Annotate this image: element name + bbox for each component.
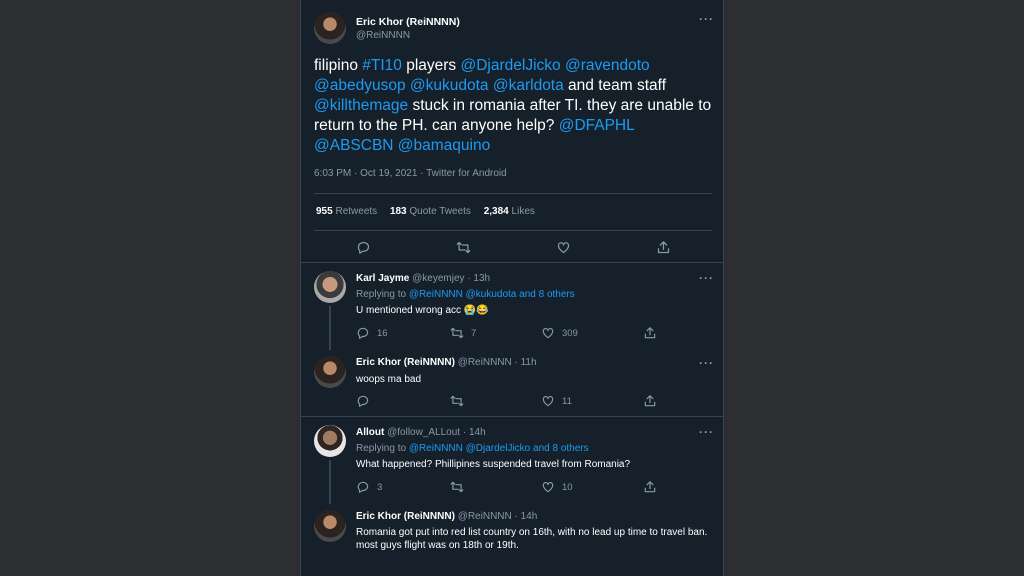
replying-to: Replying to @ReiNNNN @kukudota and 8 oth…: [356, 289, 575, 300]
tweet-stats: 955 Retweets 183 Quote Tweets 2,384 Like…: [316, 206, 545, 217]
more-horizontal-icon[interactable]: ···: [699, 271, 714, 285]
more-horizontal-icon[interactable]: ···: [699, 356, 714, 370]
like-count: 10: [562, 482, 573, 493]
thread-line: [329, 306, 331, 350]
divider: [314, 193, 712, 194]
tweet-text: filipino #TI10 players @DjardelJicko @ra…: [314, 56, 714, 156]
avatar[interactable]: [314, 271, 346, 303]
retweets-stat[interactable]: 955 Retweets: [316, 206, 377, 217]
retweet-count: 7: [471, 328, 477, 339]
more-horizontal-icon[interactable]: ···: [699, 425, 714, 439]
heart-icon[interactable]: [541, 480, 555, 494]
retweet-icon[interactable]: [456, 240, 470, 254]
retweet-icon[interactable]: [450, 326, 464, 340]
more-horizontal-icon[interactable]: ···: [699, 12, 714, 26]
mention-link[interactable]: @DjardelJicko: [460, 57, 560, 74]
retweet-icon[interactable]: [450, 480, 464, 494]
mention-link[interactable]: @abedyusop: [314, 77, 406, 94]
share-icon[interactable]: [656, 240, 670, 254]
reply-author-name[interactable]: Karl Jayme @keyemjey · 13h: [356, 273, 490, 284]
tweet-panel: Eric Khor (ReiNNNN) @ReiNNNN ··· filipin…: [300, 0, 724, 576]
heart-icon[interactable]: [556, 240, 570, 254]
divider: [301, 262, 723, 263]
divider: [314, 230, 712, 231]
reply-icon[interactable]: [356, 394, 370, 408]
share-icon[interactable]: [643, 394, 657, 408]
thread-line: [329, 460, 331, 504]
reply-text: woops ma bad: [356, 374, 422, 385]
avatar[interactable]: [314, 356, 346, 388]
reply-author-name[interactable]: Eric Khor (ReiNNNN) @ReiNNNN · 14h: [356, 511, 537, 522]
reply-text: What happened? Phillipines suspended tra…: [356, 459, 631, 470]
mention-link[interactable]: @ABSCBN: [314, 137, 393, 154]
reply-author-name[interactable]: Allout @follow_ALLout · 14h: [356, 427, 486, 438]
reply-count: 3: [377, 482, 383, 493]
avatar[interactable]: [314, 425, 346, 457]
reply-count: 16: [377, 328, 388, 339]
mention-link[interactable]: @bamaquino: [398, 137, 490, 154]
reply-text: Romania got put into red list country on…: [356, 527, 708, 551]
reply-icon[interactable]: [356, 240, 370, 254]
tweet-text-segment: players: [401, 57, 461, 74]
divider: [301, 416, 723, 417]
mention-link[interactable]: @kukudota: [410, 77, 489, 94]
quote-tweets-stat[interactable]: 183 Quote Tweets: [390, 206, 471, 217]
author-name[interactable]: Eric Khor (ReiNNNN): [356, 16, 460, 28]
mention-link[interactable]: @ravendoto: [565, 57, 650, 74]
replying-to: Replying to @ReiNNNN @DjardelJicko and 8…: [356, 443, 589, 454]
likes-stat[interactable]: 2,384 Likes: [484, 206, 535, 217]
share-icon[interactable]: [643, 480, 657, 494]
avatar[interactable]: [314, 12, 346, 44]
mention-link[interactable]: @karldota: [493, 77, 564, 94]
retweet-icon[interactable]: [450, 394, 464, 408]
like-count: 11: [562, 396, 572, 407]
mention-link[interactable]: @DFAPHL: [559, 117, 634, 134]
reply-icon[interactable]: [356, 326, 370, 340]
hashtag-link[interactable]: #TI10: [362, 57, 402, 74]
like-count: 309: [562, 328, 578, 339]
heart-icon[interactable]: [541, 326, 555, 340]
share-icon[interactable]: [643, 326, 657, 340]
reply-text: U mentioned wrong acc 😭😂: [356, 305, 489, 316]
reply-icon[interactable]: [356, 480, 370, 494]
tweet-timestamp[interactable]: 6:03 PM · Oct 19, 2021 · Twitter for And…: [314, 168, 507, 179]
tweet-text-segment: and team staff: [563, 77, 666, 94]
mention-link[interactable]: @killthemage: [314, 97, 408, 114]
tweet-text-segment: filipino: [314, 57, 363, 74]
avatar[interactable]: [314, 510, 346, 542]
reply-author-name[interactable]: Eric Khor (ReiNNNN) @ReiNNNN · 11h: [356, 357, 537, 368]
heart-icon[interactable]: [541, 394, 555, 408]
author-handle[interactable]: @ReiNNNN: [356, 30, 410, 41]
